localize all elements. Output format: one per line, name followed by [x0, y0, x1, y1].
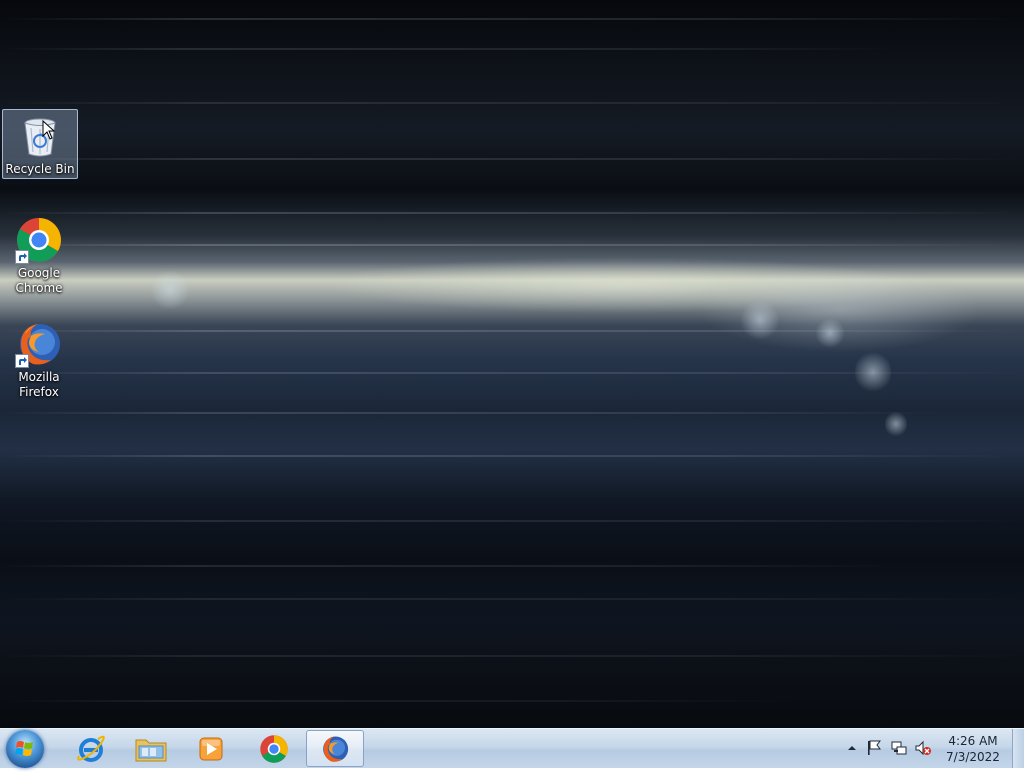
show-hidden-icons-button[interactable] — [843, 739, 861, 757]
volume-button[interactable] — [914, 739, 932, 757]
recycle-bin-icon — [16, 112, 64, 160]
chevron-up-icon — [848, 746, 856, 750]
desktop-icon-label: Recycle Bin — [5, 162, 75, 176]
start-button[interactable] — [6, 730, 44, 768]
shortcut-arrow-icon — [15, 250, 29, 264]
file-explorer-icon — [135, 739, 167, 761]
desktop-icon-google-chrome[interactable]: Google Chrome — [2, 214, 76, 298]
wallpaper-bokeh — [740, 300, 780, 340]
taskbar-mozilla-firefox[interactable] — [306, 730, 364, 767]
wallpaper-streak — [0, 520, 1024, 522]
windows-start-icon — [15, 741, 33, 756]
chrome-icon — [260, 734, 288, 763]
wallpaper-streak — [0, 244, 1024, 246]
desktop-icon-label: Mozilla Firefox — [18, 370, 60, 399]
wallpaper-streak — [0, 102, 1024, 104]
desktop-wallpaper[interactable]: Recycle Bin Google Chrome Mozilla Firefo… — [0, 0, 1024, 728]
clock-date: 7/3/2022 — [946, 750, 1000, 764]
wallpaper-streak — [0, 655, 1024, 657]
wallpaper-streak — [0, 412, 950, 414]
wallpaper-streak — [0, 212, 1024, 214]
show-desktop-button[interactable] — [1012, 729, 1024, 768]
wallpaper-streak — [0, 455, 1024, 457]
flag-icon — [868, 740, 881, 755]
wallpaper-bokeh — [815, 318, 845, 348]
network-icon — [891, 741, 907, 755]
taskbar-google-chrome[interactable] — [245, 730, 303, 767]
wallpaper-streak — [0, 48, 900, 50]
taskbar-internet-explorer[interactable] — [62, 730, 120, 767]
wallpaper-streak — [0, 330, 1024, 332]
desktop-icon-recycle-bin[interactable]: Recycle Bin — [2, 109, 78, 179]
firefox-icon — [15, 320, 63, 368]
chrome-icon — [15, 216, 63, 264]
taskbar-file-explorer[interactable] — [122, 730, 180, 767]
media-player-icon — [199, 737, 223, 760]
taskbar-media-player[interactable] — [182, 730, 240, 767]
desktop-icon-mozilla-firefox[interactable]: Mozilla Firefox — [2, 318, 76, 402]
desktop-icon-label: Google Chrome — [15, 266, 63, 295]
wallpaper-bokeh — [150, 270, 190, 310]
wallpaper-streak — [0, 565, 900, 567]
firefox-icon — [323, 736, 349, 762]
network-button[interactable] — [890, 739, 908, 757]
wallpaper-streak — [0, 18, 1024, 20]
action-center-button[interactable] — [865, 739, 883, 757]
wallpaper-streak — [0, 598, 1024, 600]
shortcut-arrow-icon — [15, 354, 29, 368]
mouse-cursor-icon — [42, 120, 56, 140]
volume-muted-icon — [915, 740, 931, 756]
wallpaper-bokeh — [885, 410, 907, 438]
wallpaper-streak — [0, 158, 1024, 160]
clock-time: 4:26 AM — [948, 734, 998, 748]
wallpaper-streak — [0, 700, 800, 702]
internet-explorer-icon — [77, 735, 105, 762]
taskbar: 4:26 AM 7/3/2022 — [0, 728, 1024, 768]
wallpaper-bokeh — [855, 350, 891, 394]
taskbar-clock[interactable]: 4:26 AM 7/3/2022 — [942, 733, 1004, 765]
